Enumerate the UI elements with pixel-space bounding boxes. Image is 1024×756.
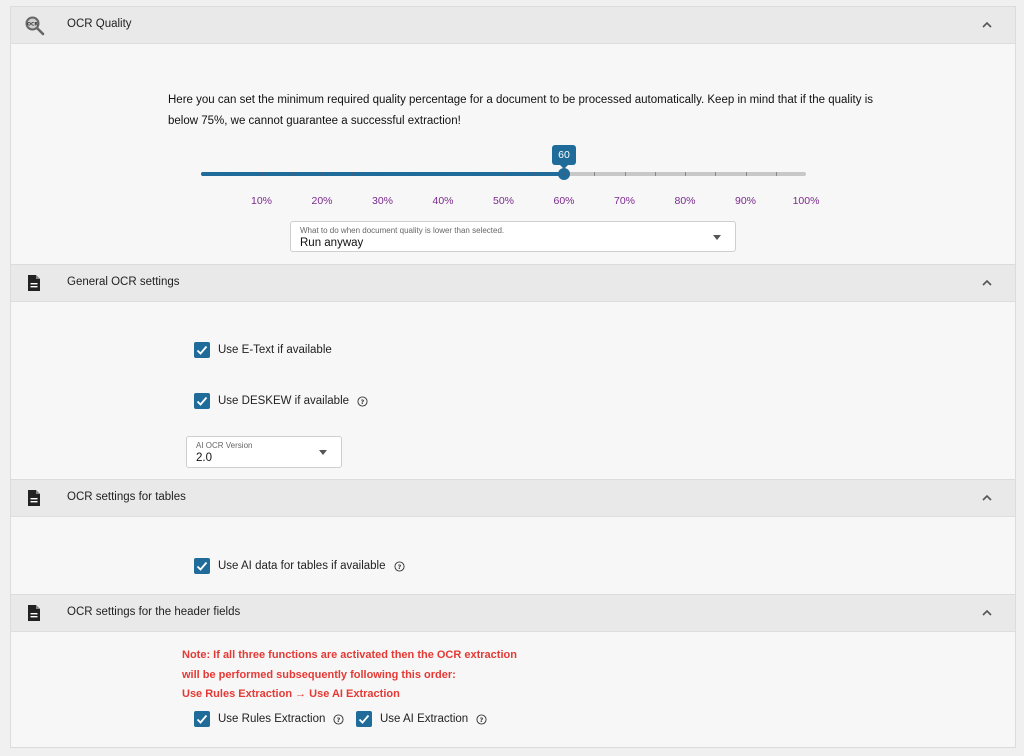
ai-ocr-version-label: AI OCR Version	[196, 441, 253, 450]
general-ocr-panel: General OCR settings	[10, 264, 1016, 479]
slider-tick-label: 20%	[311, 195, 333, 207]
etext-checkbox-row[interactable]: Use E-Text if available	[194, 341, 332, 359]
low-quality-action-select[interactable]: What to do when document quality is lowe…	[290, 221, 736, 252]
slider-tick-label: 90%	[734, 195, 757, 207]
tables-ocr-panel: OCR settings for tables	[10, 479, 1016, 594]
slider-tick	[775, 172, 777, 176]
ai-ocr-version-value: 2.0	[196, 452, 212, 464]
slider-value-bubble: 60	[552, 145, 576, 169]
ai-extraction-label: Use AI Extraction	[380, 713, 469, 725]
svg-text:?: ?	[361, 397, 365, 405]
tables-ocr-title: OCR settings for tables	[67, 491, 186, 503]
slider-tick	[533, 172, 535, 176]
quality-intro-text: Here you can set the minimum required qu…	[168, 94, 873, 127]
tables-ocr-header[interactable]: OCR settings for tables	[11, 479, 1015, 517]
slider-tick-label: 30%	[371, 195, 394, 207]
svg-text:OCR: OCR	[27, 21, 38, 27]
chevron-up-icon[interactable]	[981, 492, 993, 504]
dropdown-arrow-icon	[713, 235, 721, 240]
header-fields-title: OCR settings for the header fields	[67, 606, 241, 618]
ai-extraction-checkbox-row[interactable]: Use AI Extraction ?	[356, 710, 487, 728]
check-icon	[196, 714, 208, 724]
slider-tick	[291, 172, 293, 176]
extraction-order-note: Note: If all three functions are activat…	[182, 646, 517, 705]
slider-tick	[261, 172, 263, 176]
deskew-checkbox[interactable]	[194, 393, 210, 409]
slider-tick	[412, 172, 414, 176]
slider-tick	[564, 172, 565, 176]
header-fields-header[interactable]: OCR settings for the header fields	[11, 594, 1015, 632]
check-icon	[196, 396, 208, 406]
help-circle-icon[interactable]: ?	[476, 713, 487, 725]
general-ocr-header[interactable]: General OCR settings	[11, 264, 1015, 302]
document-icon	[28, 490, 40, 506]
chevron-up-icon[interactable]	[981, 607, 993, 619]
slider-tick	[654, 172, 656, 176]
slider-tick	[473, 172, 475, 176]
ocr-magnifier-icon: OCR	[25, 16, 45, 36]
help-circle-icon[interactable]: ?	[333, 713, 344, 725]
chevron-up-icon[interactable]	[981, 19, 993, 31]
slider-tick-label: 10%	[250, 195, 273, 207]
document-icon	[28, 605, 40, 621]
slider-tick	[231, 172, 233, 176]
quality-slider[interactable]: 60 10% 20% 30% 40% 50% 60% 70% 80% 90% 100%	[201, 145, 819, 207]
slider-tick	[715, 172, 717, 176]
slider-tick-label: 40%	[432, 195, 454, 207]
low-quality-select-label: What to do when document quality is lowe…	[300, 226, 505, 235]
ai-ocr-version-select[interactable]: AI OCR Version 2.0	[186, 436, 342, 468]
slider-tick-label: 60%	[553, 195, 575, 207]
slider-tick	[503, 172, 505, 176]
deskew-checkbox-row[interactable]: Use DESKEW if available ?	[194, 392, 368, 410]
rules-extraction-label: Use Rules Extraction	[218, 713, 326, 725]
document-icon	[28, 275, 40, 291]
check-icon	[196, 345, 208, 355]
slider-tick	[322, 172, 323, 176]
note-line: Use Rules Extraction → Use AI Extraction	[182, 688, 400, 700]
etext-checkbox[interactable]	[194, 342, 210, 358]
rules-extraction-checkbox[interactable]	[194, 711, 210, 727]
help-circle-icon[interactable]: ?	[357, 395, 368, 407]
check-icon	[196, 561, 208, 571]
slider-tick-label: 80%	[674, 195, 696, 207]
note-line: will be performed subsequently following…	[182, 668, 456, 681]
svg-text:?: ?	[480, 715, 484, 723]
ai-tables-checkbox[interactable]	[194, 558, 210, 574]
ai-extraction-checkbox[interactable]	[356, 711, 372, 727]
slider-tick-label: 50%	[492, 195, 515, 207]
slider-tick	[624, 172, 626, 176]
svg-text:?: ?	[397, 562, 401, 570]
slider-tick-label: 70%	[613, 195, 636, 207]
slider-tick	[443, 172, 444, 176]
ai-tables-checkbox-row[interactable]: Use AI data for tables if available ?	[194, 557, 405, 575]
low-quality-select-value: Run anyway	[300, 237, 364, 249]
svg-text:?: ?	[337, 715, 341, 723]
general-ocr-title: General OCR settings	[67, 276, 180, 288]
slider-tick	[685, 172, 686, 176]
rules-extraction-checkbox-row[interactable]: Use Rules Extraction ?	[194, 710, 344, 728]
slider-tick	[382, 172, 384, 176]
note-line: Note: If all three functions are activat…	[182, 649, 517, 661]
ocr-quality-header[interactable]: OCR OCR Quality	[11, 6, 1015, 44]
etext-label: Use E-Text if available	[218, 344, 332, 356]
deskew-label: Use DESKEW if available	[218, 395, 350, 407]
chevron-up-icon[interactable]	[981, 277, 993, 289]
help-circle-icon[interactable]: ?	[393, 560, 405, 572]
slider-tick	[594, 172, 596, 176]
slider-tick-label: 100%	[792, 195, 820, 207]
ai-tables-label: Use AI data for tables if available	[218, 560, 386, 572]
dropdown-arrow-icon	[319, 450, 327, 455]
check-icon	[358, 714, 370, 724]
ocr-quality-title: OCR Quality	[67, 18, 132, 30]
slider-tick	[745, 172, 747, 176]
slider-tick	[352, 172, 354, 176]
